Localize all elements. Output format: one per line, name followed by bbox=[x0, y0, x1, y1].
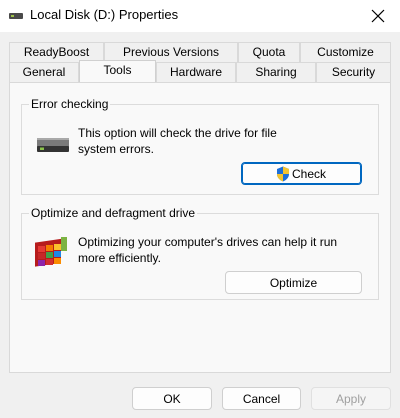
close-icon bbox=[371, 9, 385, 23]
check-button[interactable]: Check bbox=[241, 162, 362, 185]
close-button[interactable] bbox=[356, 0, 400, 32]
optimize-button[interactable]: Optimize bbox=[225, 271, 362, 294]
ok-button-label: OK bbox=[163, 392, 181, 406]
uac-shield-icon bbox=[277, 166, 289, 182]
error-checking-description-line2: system errors. bbox=[78, 142, 155, 156]
title-bar: Local Disk (D:) Properties bbox=[0, 0, 400, 32]
apply-button-label: Apply bbox=[335, 392, 367, 406]
tab-quota[interactable]: Quota bbox=[238, 42, 300, 62]
error-checking-title: Error checking bbox=[29, 97, 111, 111]
tab-readyboost[interactable]: ReadyBoost bbox=[9, 42, 104, 62]
tab-tools[interactable]: Tools bbox=[79, 60, 156, 82]
tab-security[interactable]: Security bbox=[316, 62, 391, 82]
check-button-label: Check bbox=[292, 167, 327, 181]
apply-button[interactable]: Apply bbox=[311, 387, 391, 410]
tools-tab-panel: Error checking This option will check th… bbox=[9, 82, 391, 373]
cancel-button-label: Cancel bbox=[242, 392, 281, 406]
cancel-button[interactable]: Cancel bbox=[222, 387, 301, 410]
window-title: Local Disk (D:) Properties bbox=[30, 7, 179, 22]
drive-icon bbox=[9, 13, 23, 19]
error-checking-description-line1: This option will check the drive for fil… bbox=[78, 126, 277, 140]
tab-sharing[interactable]: Sharing bbox=[236, 62, 316, 82]
tab-previous-versions[interactable]: Previous Versions bbox=[104, 42, 238, 62]
tab-general[interactable]: General bbox=[9, 62, 79, 82]
tab-customize[interactable]: Customize bbox=[300, 42, 391, 62]
hard-drive-icon bbox=[37, 138, 69, 152]
optimize-title: Optimize and defragment drive bbox=[29, 206, 198, 220]
tab-hardware[interactable]: Hardware bbox=[156, 62, 236, 82]
optimize-description-line1: Optimizing your computer's drives can he… bbox=[78, 235, 338, 249]
optimize-description-line2: more efficiently. bbox=[78, 251, 161, 265]
optimize-button-label: Optimize bbox=[269, 276, 318, 290]
defrag-icon bbox=[35, 237, 67, 267]
ok-button[interactable]: OK bbox=[132, 387, 212, 410]
